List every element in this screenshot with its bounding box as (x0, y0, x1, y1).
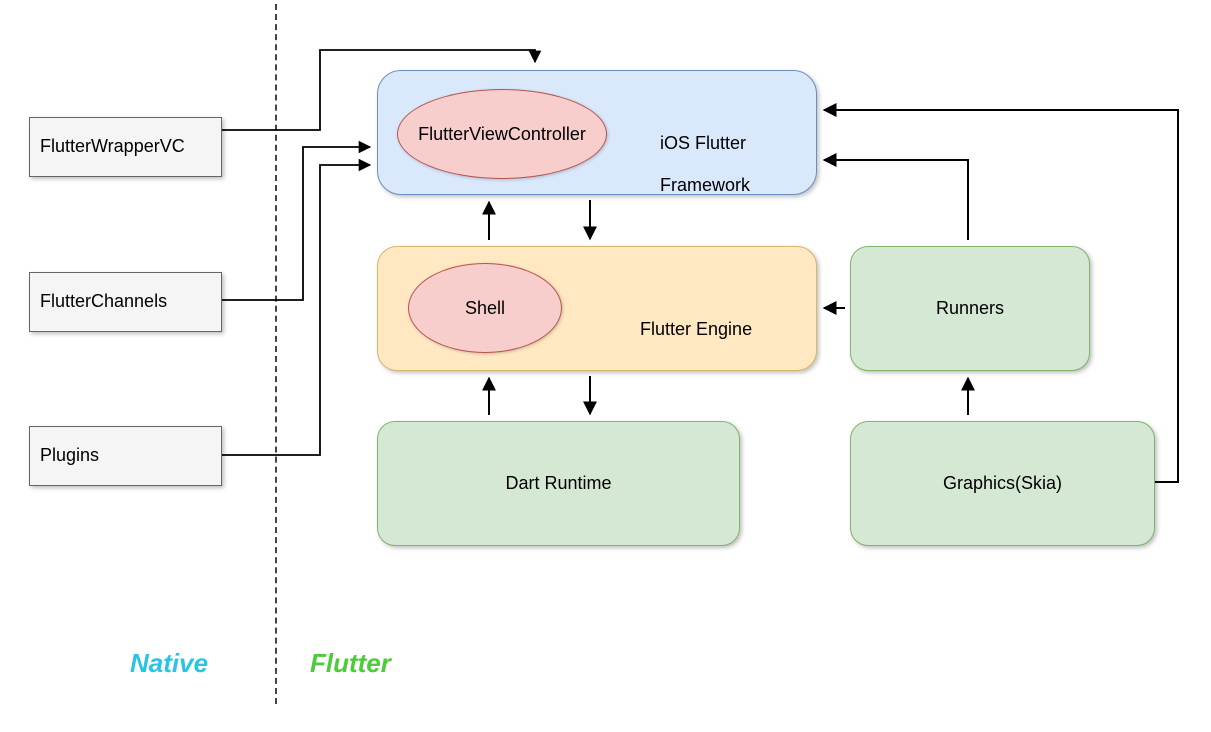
native-box-wrapper: FlutterWrapperVC (29, 117, 222, 177)
native-box-wrapper-label: FlutterWrapperVC (40, 135, 185, 158)
shell-label: Shell (465, 298, 505, 319)
zone-divider (275, 4, 277, 704)
dart-runtime-box: Dart Runtime (377, 421, 740, 546)
diagram-canvas: { "native": { "wrapper": "FlutterWrapper… (0, 0, 1211, 732)
edge-plugins-to-framework (222, 165, 370, 455)
runners-box: Runners (850, 246, 1090, 371)
shell-ellipse: Shell (408, 263, 562, 353)
zone-label-native: Native (130, 648, 208, 679)
graphics-box: Graphics(Skia) (850, 421, 1155, 546)
native-box-channels-label: FlutterChannels (40, 290, 167, 313)
edge-channels-to-framework (222, 147, 370, 300)
flutter-view-controller-ellipse: FlutterViewController (397, 89, 607, 179)
native-box-channels: FlutterChannels (29, 272, 222, 332)
dart-runtime-label: Dart Runtime (505, 472, 611, 495)
runners-label: Runners (936, 297, 1004, 320)
flutter-framework-label: iOS Flutter Framework (640, 112, 750, 217)
zone-label-flutter: Flutter (310, 648, 391, 679)
edge-runners-to-framework (824, 160, 968, 240)
flutter-engine-label: Flutter Engine (620, 298, 752, 361)
flutter-view-controller-label: FlutterViewController (418, 124, 586, 145)
graphics-label: Graphics(Skia) (943, 472, 1062, 495)
native-box-plugins-label: Plugins (40, 444, 99, 467)
native-box-plugins: Plugins (29, 426, 222, 486)
